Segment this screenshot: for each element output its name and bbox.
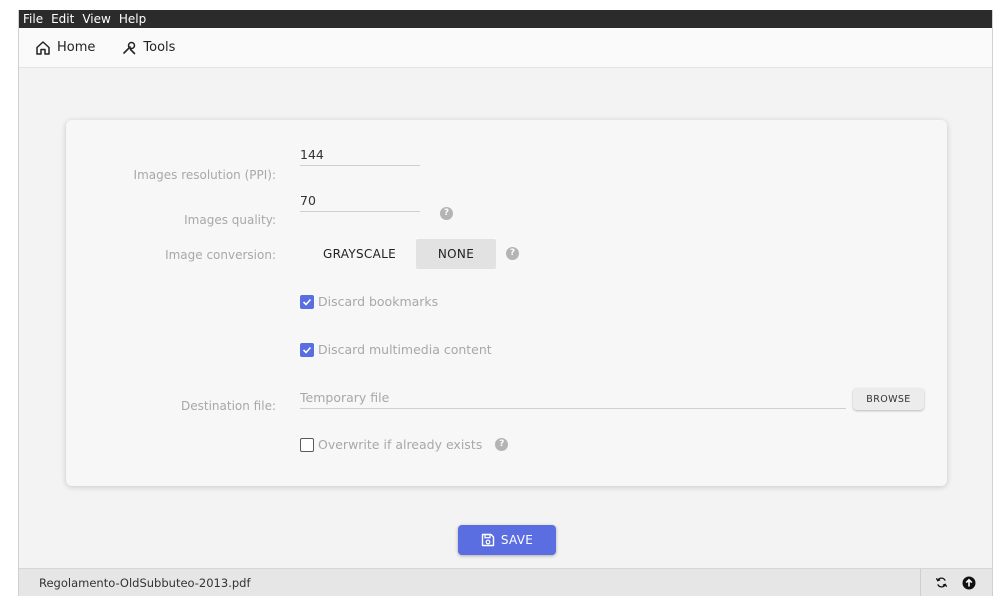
- help-glyph: ?: [499, 439, 505, 449]
- status-actions: [920, 569, 992, 596]
- overwrite-label: Overwrite if already exists: [318, 437, 483, 452]
- status-filename: Regolamento-OldSubbuteo-2013.pdf: [39, 575, 251, 590]
- save-icon: [481, 533, 495, 547]
- discard-multimedia-label: Discard multimedia content: [318, 342, 492, 357]
- upload-icon[interactable]: [962, 576, 976, 590]
- help-icon[interactable]: ?: [506, 247, 519, 260]
- discard-bookmarks-label: Discard bookmarks: [318, 294, 439, 309]
- help-icon[interactable]: ?: [440, 207, 453, 220]
- save-label: SAVE: [500, 533, 534, 547]
- tools-icon: [123, 41, 136, 54]
- destination-label: Destination file:: [181, 399, 276, 413]
- help-icon[interactable]: ?: [495, 438, 509, 451]
- settings-card: Images resolution (PPI): 144 Images qual…: [66, 120, 947, 486]
- status-bar: Regolamento-OldSubbuteo-2013.pdf: [19, 568, 992, 596]
- menu-edit[interactable]: Edit: [51, 12, 74, 26]
- overwrite-checkbox[interactable]: Overwrite if already exists ?: [300, 437, 509, 452]
- quality-label: Images quality:: [184, 213, 276, 227]
- refresh-icon[interactable]: [935, 576, 948, 589]
- checkbox-checked-icon[interactable]: [300, 294, 314, 309]
- help-glyph: ?: [509, 248, 516, 258]
- grayscale-option[interactable]: GRAYSCALE: [312, 239, 407, 269]
- checkbox-unchecked-icon[interactable]: [300, 437, 314, 452]
- discard-bookmarks-checkbox[interactable]: Discard bookmarks: [300, 294, 438, 309]
- home-icon: [36, 40, 50, 55]
- menu-help[interactable]: Help: [119, 12, 146, 26]
- destination-placeholder: Temporary file: [300, 390, 390, 405]
- tools-button[interactable]: Tools: [121, 40, 175, 56]
- quality-input[interactable]: 70: [300, 190, 420, 212]
- home-button[interactable]: Home: [35, 40, 95, 56]
- discard-multimedia-checkbox[interactable]: Discard multimedia content: [300, 342, 492, 357]
- menu-view[interactable]: View: [82, 12, 110, 26]
- none-option[interactable]: NONE: [416, 239, 496, 269]
- browse-button[interactable]: BROWSE: [853, 388, 924, 410]
- tools-label: Tools: [143, 40, 176, 55]
- menu-file[interactable]: File: [23, 12, 43, 26]
- conversion-label: Image conversion:: [165, 248, 276, 262]
- app-window: File Edit View Help Home Tools Images re…: [18, 10, 993, 596]
- resolution-input[interactable]: 144: [300, 144, 420, 166]
- resolution-value: 144: [300, 147, 324, 162]
- help-glyph: ?: [443, 208, 450, 218]
- home-label: Home: [57, 40, 96, 55]
- menu-bar: File Edit View Help: [19, 10, 992, 28]
- destination-input[interactable]: Temporary file: [300, 387, 846, 409]
- quality-value: 70: [300, 193, 316, 208]
- save-button[interactable]: SAVE: [458, 525, 556, 555]
- top-toolbar: Home Tools: [19, 28, 992, 68]
- checkbox-checked-icon[interactable]: [300, 342, 314, 357]
- resolution-label: Images resolution (PPI):: [133, 168, 276, 182]
